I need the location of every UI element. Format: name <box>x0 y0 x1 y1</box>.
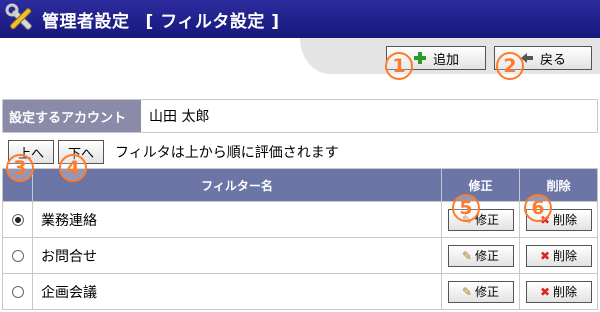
delete-x-icon: ✖ <box>539 248 551 263</box>
edit-column-header: 修正 <box>441 168 520 202</box>
account-value: 山田 太郎 <box>141 100 597 132</box>
account-label: 設定するアカウント <box>3 100 141 132</box>
filter-name: 業務連絡 <box>32 201 442 238</box>
callout-2: 2 <box>496 52 524 80</box>
tools-icon <box>4 2 38 36</box>
delete-button-label: 削除 <box>553 249 578 263</box>
table-row: お問合せ ✎ 修正 ✖ 削除 <box>2 237 598 274</box>
edit-button-label: 修正 <box>475 285 500 299</box>
row-select-radio[interactable] <box>11 213 24 226</box>
edit-button-label: 修正 <box>475 249 500 263</box>
page-subtitle: [ フィルタ設定 ] <box>145 11 280 32</box>
filter-name: お問合せ <box>32 237 442 274</box>
edit-button[interactable]: ✎ 修正 <box>447 280 514 303</box>
page-title: 管理者設定 <box>42 11 130 32</box>
account-row: 設定するアカウント 山田 太郎 <box>2 99 598 133</box>
delete-button[interactable]: ✖ 削除 <box>525 280 592 303</box>
add-button-label: 追加 <box>432 52 459 68</box>
add-icon <box>413 51 427 65</box>
table-row: 企画会議 ✎ 修正 ✖ 削除 <box>2 273 598 310</box>
delete-button[interactable]: ✖ 削除 <box>525 244 592 267</box>
title-bar: 管理者設定 [ フィルタ設定 ] <box>0 0 600 38</box>
callout-3: 3 <box>6 154 34 182</box>
pencil-icon: ✎ <box>461 248 473 263</box>
delete-button-label: 削除 <box>553 285 578 299</box>
table-header-row: フィルター名 修正 削除 <box>2 168 598 202</box>
name-column-header: フィルター名 <box>32 168 442 202</box>
filter-table: フィルター名 修正 削除 業務連絡 ✎ 修正 ✖ 削除 お問合せ ✎ 修正 ✖ … <box>2 168 598 310</box>
row-select-radio[interactable] <box>11 285 24 298</box>
callout-5: 5 <box>452 194 480 222</box>
callout-1: 1 <box>385 52 413 80</box>
pencil-icon: ✎ <box>461 284 473 299</box>
table-row: 業務連絡 ✎ 修正 ✖ 削除 <box>2 201 598 238</box>
delete-x-icon: ✖ <box>539 284 551 299</box>
back-button-label: 戻る <box>539 52 566 68</box>
edit-button[interactable]: ✎ 修正 <box>447 244 514 267</box>
callout-6: 6 <box>524 194 552 222</box>
delete-button-label: 削除 <box>553 213 578 227</box>
callout-4: 4 <box>59 154 87 182</box>
order-note: フィルタは上から順に評価されます <box>115 145 339 161</box>
row-select-radio[interactable] <box>11 249 24 262</box>
filter-name: 企画会議 <box>32 273 442 310</box>
